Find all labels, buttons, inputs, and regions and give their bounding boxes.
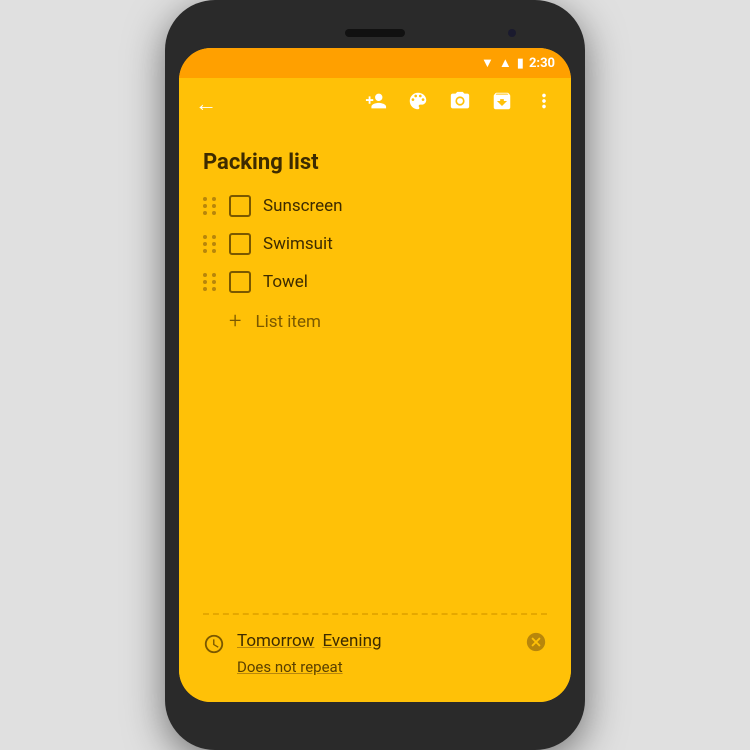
phone-top-bar [179, 18, 571, 48]
status-time: 2:30 [529, 56, 555, 71]
drag-handle[interactable] [203, 197, 217, 215]
checkbox-sunscreen[interactable] [229, 195, 251, 217]
toolbar-left: ← [195, 91, 217, 117]
palette-button[interactable] [407, 90, 429, 118]
phone-frame: ▼ ▲ ▮ 2:30 ← [165, 0, 585, 750]
add-item-label[interactable]: List item [255, 312, 320, 332]
drag-handle[interactable] [203, 235, 217, 253]
add-collaborator-button[interactable] [365, 90, 387, 118]
battery-icon: ▮ [517, 56, 524, 71]
drag-handle[interactable] [203, 273, 217, 291]
archive-button[interactable] [491, 90, 513, 118]
toolbar-right [365, 90, 555, 118]
status-icons: ▼ ▲ ▮ 2:30 [481, 55, 555, 71]
clock-icon [203, 633, 225, 661]
phone-screen: ▼ ▲ ▮ 2:30 ← [179, 48, 571, 702]
back-button[interactable]: ← [195, 91, 217, 117]
checklist-item: Towel [203, 271, 547, 293]
camera-button[interactable] [449, 90, 471, 118]
reminder-repeat[interactable]: Does not repeat [237, 658, 343, 676]
checkbox-swimsuit[interactable] [229, 233, 251, 255]
checklist-item: Swimsuit [203, 233, 547, 255]
reminder-details: Tomorrow Evening Does not repeat [237, 631, 513, 676]
signal-icon: ▲ [499, 55, 512, 71]
phone-bottom-bar [179, 702, 571, 732]
wifi-icon: ▼ [481, 55, 494, 71]
front-camera [508, 29, 516, 37]
note-title[interactable]: Packing list [203, 150, 547, 175]
status-bar: ▼ ▲ ▮ 2:30 [179, 48, 571, 78]
reminder-period[interactable]: Evening [322, 631, 381, 651]
reminder-time-row: Tomorrow Evening [237, 631, 513, 651]
reminder-close-button[interactable] [525, 631, 547, 659]
content-area: Packing list Sunscreen [179, 130, 571, 702]
more-options-button[interactable] [533, 90, 555, 118]
item-text-towel[interactable]: Towel [263, 272, 308, 292]
toolbar: ← [179, 78, 571, 130]
add-item-row[interactable]: + List item [203, 309, 547, 334]
item-text-sunscreen[interactable]: Sunscreen [263, 196, 343, 216]
item-text-swimsuit[interactable]: Swimsuit [263, 234, 333, 254]
checklist-item: Sunscreen [203, 195, 547, 217]
checkbox-towel[interactable] [229, 271, 251, 293]
section-divider [203, 613, 547, 615]
reminder-section: Tomorrow Evening Does not repeat [203, 631, 547, 686]
speaker [345, 29, 405, 37]
checklist: Sunscreen Swimsuit [203, 195, 547, 597]
reminder-date[interactable]: Tomorrow [237, 631, 314, 651]
add-icon: + [229, 309, 241, 334]
